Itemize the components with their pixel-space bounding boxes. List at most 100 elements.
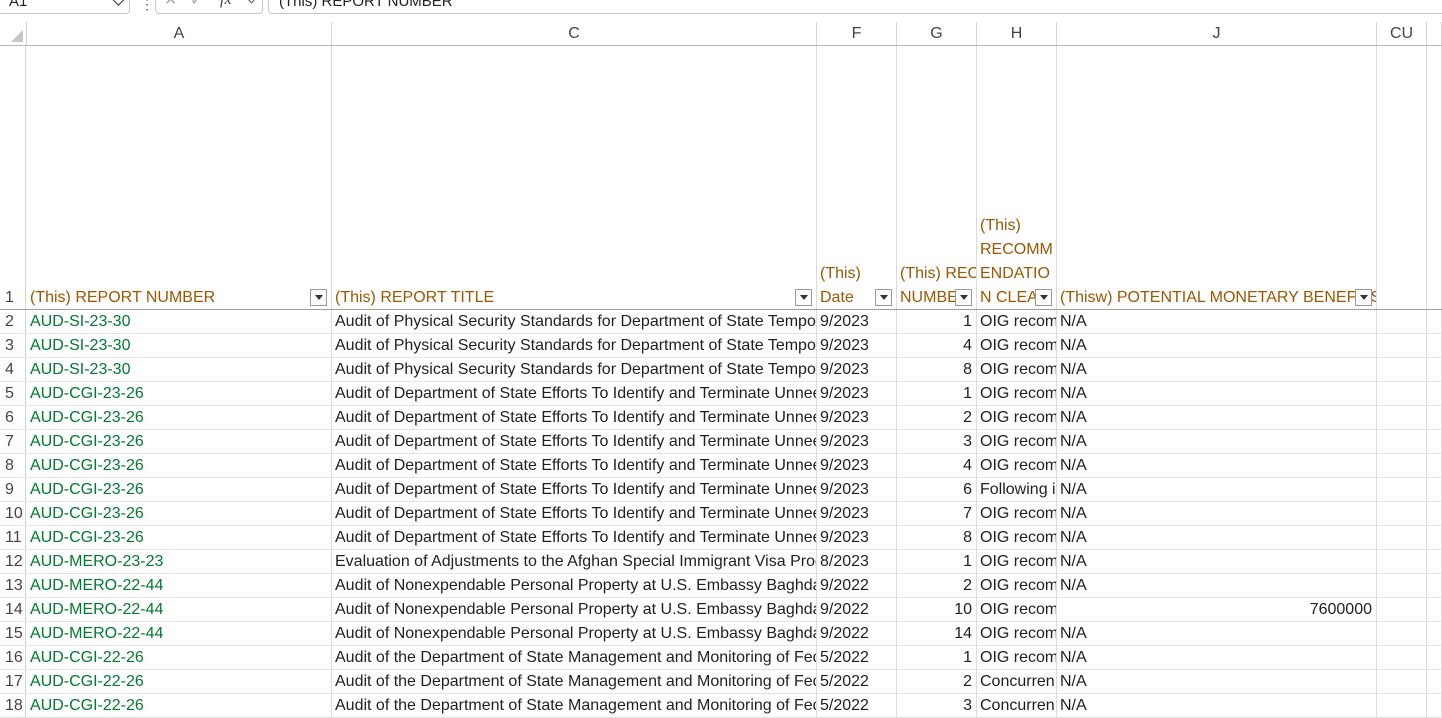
row-header[interactable]: 9 [0, 478, 26, 502]
cell-C[interactable]: Audit of Physical Security Standards for… [332, 310, 817, 334]
cell-CU[interactable] [1377, 406, 1427, 430]
cell-F[interactable]: 9/2022 [817, 598, 897, 622]
column-header-F[interactable]: F [817, 22, 897, 45]
header-cell-F[interactable]: (This) Date [817, 46, 897, 310]
filter-dropdown-icon[interactable] [955, 289, 972, 306]
cell-C[interactable]: Audit of Department of State Efforts To … [332, 454, 817, 478]
cell-H[interactable]: OIG recom [977, 382, 1057, 406]
cell-F[interactable]: 5/2022 [817, 670, 897, 694]
header-cell-G[interactable]: (This) REC NUMBE [897, 46, 977, 310]
chevron-down-icon[interactable] [112, 0, 125, 6]
row-header[interactable]: 14 [0, 598, 26, 622]
cell-H[interactable]: OIG recom [977, 406, 1057, 430]
row-header[interactable]: 10 [0, 502, 26, 526]
cell-A[interactable]: AUD-SI-23-30 [27, 334, 332, 358]
cell-A[interactable]: AUD-CGI-23-26 [27, 430, 332, 454]
cell-C[interactable]: Audit of Department of State Efforts To … [332, 406, 817, 430]
cell-F[interactable]: 8/2023 [817, 550, 897, 574]
cell-H[interactable]: OIG recom [977, 454, 1057, 478]
more-options-icon[interactable]: ⋮ [140, 0, 154, 13]
confirm-icon[interactable]: ✓ [190, 0, 203, 10]
cell-A[interactable]: AUD-CGI-22-26 [27, 646, 332, 670]
cell-CU[interactable] [1377, 334, 1427, 358]
cell-A[interactable]: AUD-CGI-23-26 [27, 406, 332, 430]
insert-function-icon[interactable]: fx [220, 0, 232, 9]
header-cell-X[interactable] [1427, 46, 1442, 310]
cell-CU[interactable] [1377, 550, 1427, 574]
cell-X[interactable] [1427, 454, 1442, 478]
cell-J[interactable]: N/A [1057, 430, 1377, 454]
cell-F[interactable]: 9/2022 [817, 574, 897, 598]
cell-J[interactable]: N/A [1057, 382, 1377, 406]
cell-F[interactable]: 9/2023 [817, 358, 897, 382]
cell-X[interactable] [1427, 694, 1442, 718]
cell-X[interactable] [1427, 334, 1442, 358]
cell-A[interactable]: AUD-CGI-23-26 [27, 526, 332, 550]
column-header-CU[interactable]: CU [1377, 22, 1427, 45]
cell-F[interactable]: 5/2022 [817, 646, 897, 670]
cell-H[interactable]: OIG recom [977, 646, 1057, 670]
cell-X[interactable] [1427, 598, 1442, 622]
row-header[interactable]: 12 [0, 550, 26, 574]
cell-A[interactable]: AUD-CGI-22-26 [27, 670, 332, 694]
cell-C[interactable]: Audit of Nonexpendable Personal Property… [332, 574, 817, 598]
cell-J[interactable]: N/A [1057, 550, 1377, 574]
cell-CU[interactable] [1377, 670, 1427, 694]
cell-J[interactable]: 7600000 [1057, 598, 1377, 622]
cell-X[interactable] [1427, 406, 1442, 430]
row-header[interactable]: 11 [0, 526, 26, 550]
cell-G[interactable]: 2 [897, 670, 977, 694]
cell-CU[interactable] [1377, 454, 1427, 478]
cell-X[interactable] [1427, 646, 1442, 670]
filter-dropdown-icon[interactable] [1355, 289, 1372, 306]
cell-H[interactable]: OIG recom [977, 502, 1057, 526]
formula-input[interactable]: (This) REPORT NUMBER [268, 0, 1442, 14]
cell-H[interactable]: OIG recom [977, 358, 1057, 382]
cell-G[interactable]: 4 [897, 454, 977, 478]
cell-H[interactable]: OIG recom [977, 574, 1057, 598]
cell-X[interactable] [1427, 382, 1442, 406]
cell-C[interactable]: Audit of the Department of State Managem… [332, 694, 817, 718]
cell-F[interactable]: 9/2023 [817, 526, 897, 550]
cell-J[interactable]: N/A [1057, 358, 1377, 382]
cell-H[interactable]: OIG recom [977, 334, 1057, 358]
row-header[interactable]: 17 [0, 670, 26, 694]
name-box[interactable]: A1 [0, 0, 130, 14]
row-header[interactable]: 2 [0, 310, 26, 334]
cell-C[interactable]: Audit of Nonexpendable Personal Property… [332, 622, 817, 646]
cell-A[interactable]: AUD-CGI-23-26 [27, 382, 332, 406]
cell-A[interactable]: AUD-MERO-22-44 [27, 598, 332, 622]
cell-G[interactable]: 6 [897, 478, 977, 502]
cell-CU[interactable] [1377, 382, 1427, 406]
cell-C[interactable]: Audit of Department of State Efforts To … [332, 526, 817, 550]
filter-dropdown-icon[interactable] [875, 289, 892, 306]
cell-F[interactable]: 9/2023 [817, 454, 897, 478]
cell-J[interactable]: N/A [1057, 574, 1377, 598]
cell-J[interactable]: N/A [1057, 622, 1377, 646]
cell-F[interactable]: 9/2023 [817, 334, 897, 358]
cell-H[interactable]: OIG recom [977, 310, 1057, 334]
cell-J[interactable]: N/A [1057, 646, 1377, 670]
cell-A[interactable]: AUD-MERO-22-44 [27, 622, 332, 646]
cell-G[interactable]: 1 [897, 310, 977, 334]
cell-X[interactable] [1427, 502, 1442, 526]
cell-A[interactable]: AUD-CGI-23-26 [27, 478, 332, 502]
row-header[interactable]: 3 [0, 334, 26, 358]
cell-X[interactable] [1427, 358, 1442, 382]
cell-H[interactable]: OIG recom [977, 526, 1057, 550]
cell-F[interactable]: 9/2022 [817, 622, 897, 646]
cell-H[interactable]: OIG recom [977, 430, 1057, 454]
cell-CU[interactable] [1377, 430, 1427, 454]
cell-J[interactable]: N/A [1057, 694, 1377, 718]
cell-G[interactable]: 10 [897, 598, 977, 622]
cell-C[interactable]: Audit of Department of State Efforts To … [332, 382, 817, 406]
cell-J[interactable]: N/A [1057, 670, 1377, 694]
cell-J[interactable]: N/A [1057, 406, 1377, 430]
cell-H[interactable]: OIG recom [977, 598, 1057, 622]
select-all-button[interactable] [0, 22, 27, 45]
cell-C[interactable]: Audit of Department of State Efforts To … [332, 502, 817, 526]
column-header-C[interactable]: C [332, 22, 817, 45]
filter-dropdown-icon[interactable] [1035, 289, 1052, 306]
row-header[interactable]: 4 [0, 358, 26, 382]
column-header-A[interactable]: A [27, 22, 332, 45]
